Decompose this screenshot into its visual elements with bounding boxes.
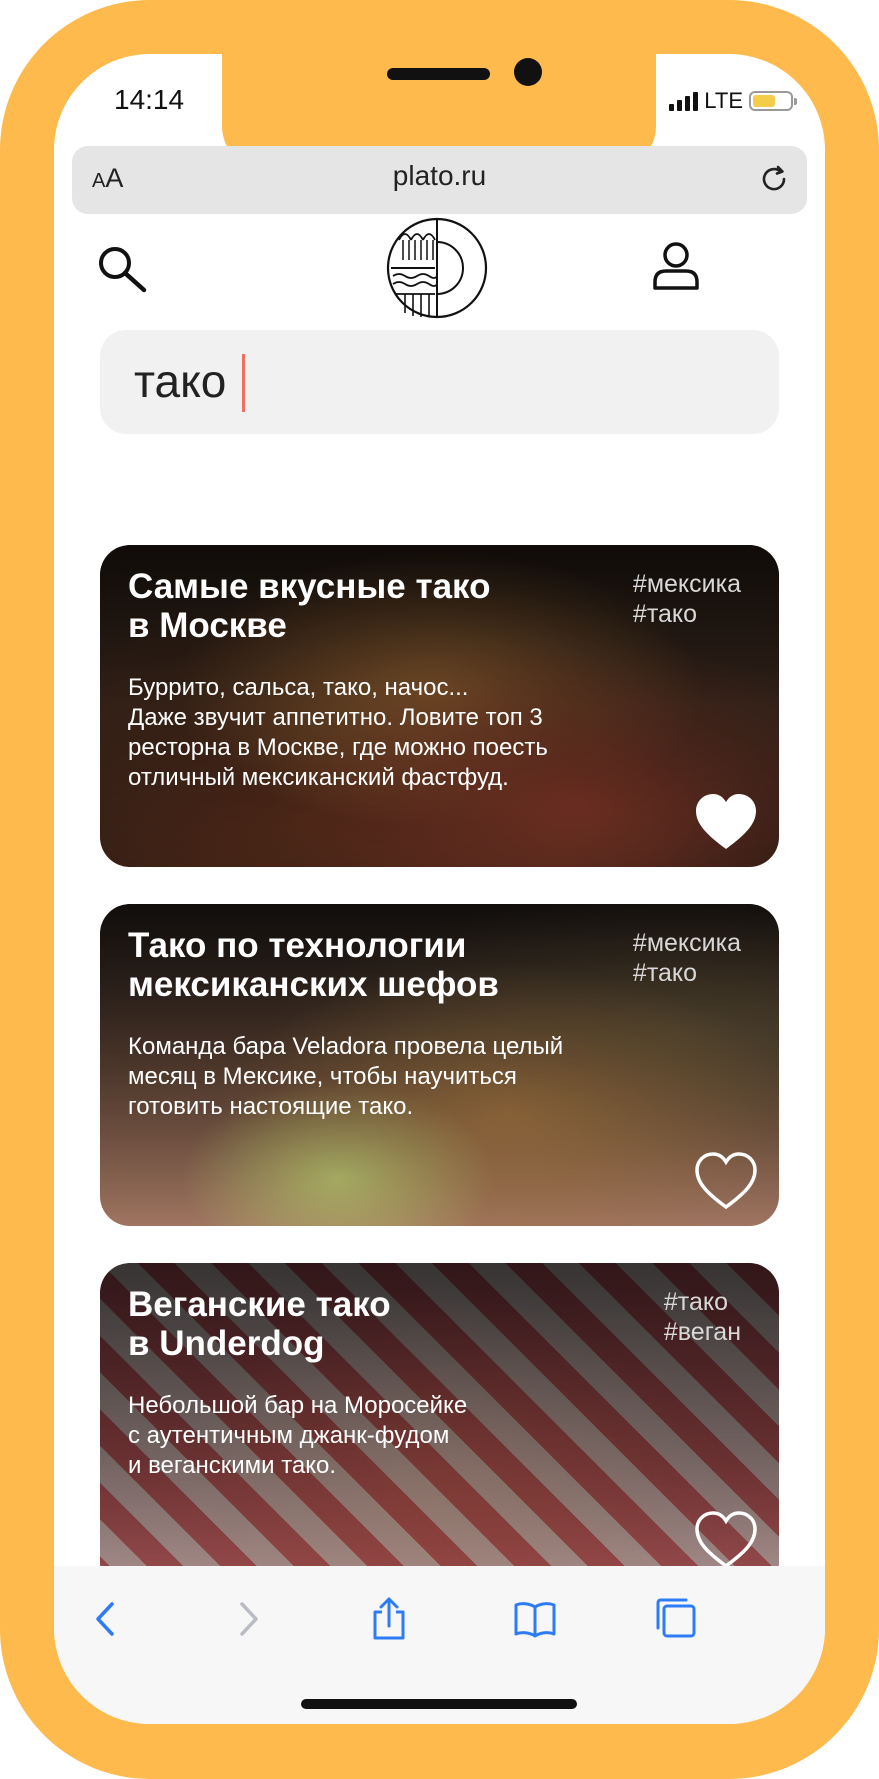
status-time: 14:14 [114, 84, 185, 115]
search-icon[interactable] [94, 242, 150, 298]
search-input-value: тако [134, 355, 227, 407]
forward-icon[interactable] [224, 1596, 270, 1642]
battery-icon [749, 91, 797, 111]
article-card[interactable]: Самые вкусные тако в Москве #мексика #та… [100, 545, 779, 867]
search-input[interactable]: тако [100, 330, 779, 434]
screen: 14:14 LTE AA plato.ru тако Самые вкусные… [54, 54, 825, 1724]
tabs-icon[interactable] [654, 1596, 700, 1642]
card-description: Буррито, сальса, тако, начос... Даже зву… [128, 674, 548, 791]
browser-toolbar [54, 1566, 825, 1724]
article-card[interactable]: Веганские тако в Underdog #тако #веган Н… [100, 1263, 779, 1593]
card-description: Небольшой бар на Моросейке с аутентичным… [128, 1392, 468, 1479]
share-icon[interactable] [366, 1596, 412, 1642]
bookmarks-icon[interactable] [512, 1596, 558, 1642]
text-caret [242, 354, 245, 412]
heart-outline-icon[interactable] [693, 1509, 759, 1571]
url-text[interactable]: plato.ru [72, 160, 807, 192]
camera [514, 58, 542, 86]
home-indicator[interactable] [301, 1699, 577, 1709]
heart-outline-icon[interactable] [693, 1150, 759, 1212]
phone-frame: 14:14 LTE AA plato.ru тако Самые вкусные… [0, 0, 879, 1779]
card-title[interactable]: Веганские тако в Underdog [128, 1285, 568, 1363]
card-description: Команда бара Veladora провела целый меся… [128, 1033, 564, 1120]
speaker [387, 68, 490, 80]
profile-icon[interactable] [650, 240, 702, 292]
card-tags[interactable]: #тако #веган [664, 1287, 741, 1347]
card-tags[interactable]: #мексика #тако [633, 569, 741, 629]
reload-icon[interactable] [757, 162, 791, 196]
article-card[interactable]: Тако по технологии мексиканских шефов #м… [100, 904, 779, 1226]
back-icon[interactable] [84, 1596, 130, 1642]
plato-logo[interactable] [385, 216, 489, 320]
status-indicators: LTE [669, 88, 797, 114]
heart-filled-icon[interactable] [693, 791, 759, 853]
card-title[interactable]: Самые вкусные тако в Москве [128, 567, 568, 645]
signal-icon [669, 91, 699, 111]
card-title[interactable]: Тако по технологии мексиканских шефов [128, 926, 568, 1004]
network-type: LTE [704, 88, 743, 113]
card-tags[interactable]: #мексика #тако [633, 928, 741, 988]
address-bar[interactable]: AA plato.ru [72, 146, 807, 214]
